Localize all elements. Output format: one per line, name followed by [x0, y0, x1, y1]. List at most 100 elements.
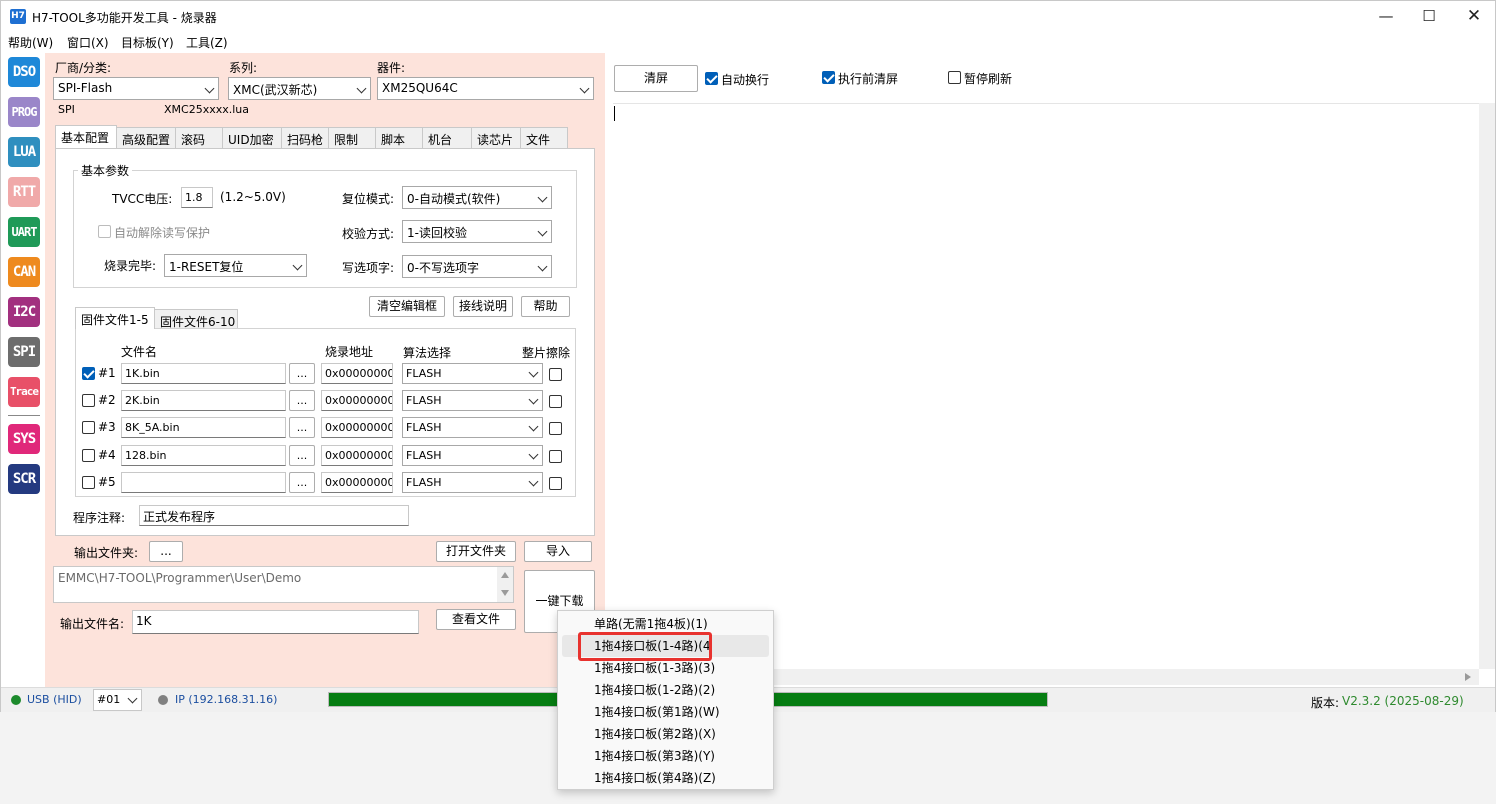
menu-tools[interactable]: 工具(Z)	[186, 34, 228, 51]
view-file-button[interactable]: 查看文件	[436, 609, 516, 630]
output-path-text: EMMC\H7-TOOL\Programmer\User\Demo	[58, 571, 302, 585]
menu-window[interactable]: 窗口(X)	[67, 34, 109, 51]
vendor-select[interactable]: SPI-Flash	[53, 77, 219, 100]
device-select[interactable]: XM25QU64C	[377, 77, 594, 100]
firmware-browse-button[interactable]: ...	[289, 390, 315, 411]
tvcc-range: (1.2~5.0V)	[220, 190, 286, 204]
clear-before-run-checkbox[interactable]	[822, 71, 835, 84]
clear-edit-button[interactable]: 清空编辑框	[369, 296, 445, 317]
verify-select[interactable]: 1-读回校验	[402, 220, 552, 243]
output-path-scrollbar[interactable]	[497, 567, 513, 602]
firmware-algorithm-select[interactable]: FLASH	[402, 445, 543, 466]
tab-firmware-6-10[interactable]: 固件文件6-10	[154, 309, 238, 329]
open-folder-button[interactable]: 打开文件夹	[436, 541, 516, 562]
firmware-algorithm-select[interactable]: FLASH	[402, 363, 543, 384]
sidebar-scr-button[interactable]: SCR	[8, 464, 40, 494]
tab-file[interactable]: 文件	[520, 127, 568, 149]
note-input[interactable]: 正式发布程序	[139, 505, 409, 526]
firmware-address-input[interactable]: 0x00000000	[321, 417, 393, 438]
menu-item-channel-1[interactable]: 1拖4接口板(第1路)(W)	[558, 701, 773, 723]
sidebar-can-button[interactable]: CAN	[8, 257, 40, 287]
sidebar-i2c-button[interactable]: I2C	[8, 297, 40, 327]
minimize-button[interactable]: —	[1371, 6, 1401, 26]
menu-item-1-2-channels[interactable]: 1拖4接口板(1-2路)(2)	[558, 679, 773, 701]
firmware-address-input[interactable]: 0x00000000	[321, 472, 393, 493]
sidebar-trace-button[interactable]: Trace	[8, 377, 40, 407]
firmware-enable-checkbox[interactable]	[82, 449, 95, 462]
firmware-chip-erase-checkbox[interactable]	[549, 395, 562, 408]
help-button[interactable]: 帮助	[521, 296, 570, 317]
sidebar-uart-button[interactable]: UART	[8, 217, 40, 247]
tab-read-chip[interactable]: 读芯片	[471, 127, 521, 149]
tvcc-input[interactable]: 1.8	[181, 187, 213, 208]
tab-basic[interactable]: 基本配置	[55, 125, 117, 148]
close-button[interactable]: ✕	[1459, 6, 1489, 26]
auto-unlock-checkbox[interactable]	[98, 225, 111, 238]
firmware-address-input[interactable]: 0x00000000	[321, 390, 393, 411]
firmware-address-input[interactable]: 0x00000000	[321, 363, 393, 384]
firmware-enable-checkbox[interactable]	[82, 394, 95, 407]
firmware-chip-erase-checkbox[interactable]	[549, 477, 562, 490]
tab-uid-encrypt[interactable]: UID加密	[222, 127, 282, 149]
log-vertical-scrollbar[interactable]	[1479, 103, 1495, 669]
firmware-browse-button[interactable]: ...	[289, 363, 315, 384]
firmware-address-input[interactable]: 0x00000000	[321, 445, 393, 466]
finish-select[interactable]: 1-RESET复位	[164, 254, 307, 277]
pause-refresh-checkbox[interactable]	[948, 71, 961, 84]
ip-status-dot-icon	[158, 695, 168, 705]
scroll-up-icon	[501, 572, 509, 578]
firmware-algorithm-value: FLASH	[406, 367, 442, 380]
write-option-select[interactable]: 0-不写选项字	[402, 255, 552, 278]
firmware-enable-checkbox[interactable]	[82, 421, 95, 434]
tab-machine[interactable]: 机台	[422, 127, 472, 149]
tab-script[interactable]: 脚本	[375, 127, 423, 149]
output-folder-browse-button[interactable]: ...	[149, 541, 183, 562]
firmware-browse-button[interactable]: ...	[289, 417, 315, 438]
clear-screen-button[interactable]: 清屏	[614, 65, 698, 92]
sidebar-dso-button[interactable]: DSO	[8, 57, 40, 87]
series-select[interactable]: XMC(武汉新芯)	[228, 77, 371, 100]
tab-rolling-code[interactable]: 滚码	[175, 127, 223, 149]
tab-limit[interactable]: 限制	[328, 127, 376, 149]
menu-item-channel-3[interactable]: 1拖4接口板(第3路)(Y)	[558, 745, 773, 767]
maximize-button[interactable]: ☐	[1414, 6, 1444, 26]
firmware-chip-erase-checkbox[interactable]	[549, 422, 562, 435]
tab-scanner[interactable]: 扫码枪	[281, 127, 329, 149]
menu-help[interactable]: 帮助(W)	[8, 34, 53, 51]
sidebar-lua-button[interactable]: LUA	[8, 137, 40, 167]
sidebar-prog-button[interactable]: PROG	[8, 97, 40, 127]
firmware-algorithm-select[interactable]: FLASH	[402, 417, 543, 438]
menu-target[interactable]: 目标板(Y)	[121, 34, 174, 51]
sidebar-sys-button[interactable]: SYS	[8, 424, 40, 454]
output-name-input[interactable]: 1K	[132, 610, 419, 634]
wiring-help-button[interactable]: 接线说明	[453, 296, 513, 317]
log-output-area[interactable]	[613, 103, 1479, 669]
firmware-file-input[interactable]	[121, 472, 286, 493]
sidebar-spi-button[interactable]: SPI	[8, 337, 40, 367]
device-select-value: XM25QU64C	[382, 81, 458, 95]
firmware-file-input[interactable]: 128.bin	[121, 445, 286, 466]
firmware-algorithm-select[interactable]: FLASH	[402, 472, 543, 493]
firmware-file-input[interactable]: 8K_5A.bin	[121, 417, 286, 438]
tab-firmware-1-5[interactable]: 固件文件1-5	[75, 307, 155, 329]
firmware-algorithm-select[interactable]: FLASH	[402, 390, 543, 411]
firmware-chip-erase-checkbox[interactable]	[549, 450, 562, 463]
tab-advanced[interactable]: 高级配置	[116, 127, 176, 149]
firmware-chip-erase-checkbox[interactable]	[549, 368, 562, 381]
port-select[interactable]: #01	[93, 689, 142, 711]
import-button[interactable]: 导入	[524, 541, 592, 562]
firmware-enable-checkbox[interactable]	[82, 367, 95, 380]
firmware-browse-button[interactable]: ...	[289, 472, 315, 493]
auto-unlock-label: 自动解除读写保护	[114, 226, 211, 240]
firmware-file-input[interactable]: 2K.bin	[121, 390, 286, 411]
output-path-box[interactable]: EMMC\H7-TOOL\Programmer\User\Demo	[53, 566, 514, 603]
sidebar-rtt-button[interactable]: RTT	[8, 177, 40, 207]
firmware-enable-checkbox[interactable]	[82, 476, 95, 489]
menu-item-channel-4[interactable]: 1拖4接口板(第4路)(Z)	[558, 767, 773, 789]
firmware-file-input[interactable]: 1K.bin	[121, 363, 286, 384]
reset-mode-select[interactable]: 0-自动模式(软件)	[402, 186, 552, 209]
header-address: 烧录地址	[325, 345, 374, 359]
firmware-browse-button[interactable]: ...	[289, 445, 315, 466]
auto-wrap-checkbox[interactable]	[705, 72, 718, 85]
menu-item-channel-2[interactable]: 1拖4接口板(第2路)(X)	[558, 723, 773, 745]
